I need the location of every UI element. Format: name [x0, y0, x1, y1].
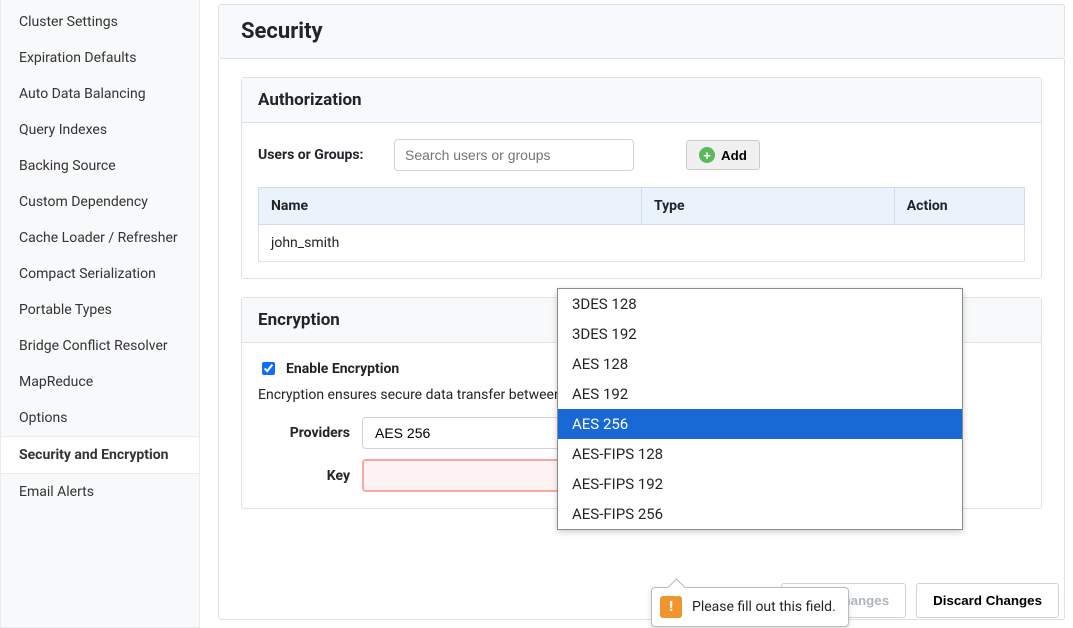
sidebar-item-security-and-encryption[interactable]: Security and Encryption: [1, 436, 199, 474]
col-type[interactable]: Type: [642, 188, 895, 225]
providers-label: Providers: [258, 425, 350, 441]
table-row: john_smith: [259, 225, 1025, 262]
sidebar-item-custom-dependency[interactable]: Custom Dependency: [1, 184, 199, 220]
provider-option[interactable]: AES-FIPS 256: [558, 499, 962, 529]
warning-icon: !: [660, 596, 682, 618]
main-area: Security Authorization Users or Groups: …: [200, 0, 1073, 628]
authorization-panel: Authorization Users or Groups: + Add: [241, 77, 1042, 279]
page-title: Security: [241, 19, 1042, 44]
providers-dropdown[interactable]: 3DES 1283DES 192AES 128AES 192AES 256AES…: [557, 288, 963, 530]
authorization-body: Users or Groups: + Add Name Type: [242, 123, 1041, 278]
users-groups-label: Users or Groups:: [258, 147, 378, 163]
sidebar-item-backing-source[interactable]: Backing Source: [1, 148, 199, 184]
sidebar-item-cache-loader-refresher[interactable]: Cache Loader / Refresher: [1, 220, 199, 256]
app-root: Cluster SettingsExpiration DefaultsAuto …: [0, 0, 1073, 628]
users-table: Name Type Action john_smith: [258, 187, 1025, 262]
sidebar-item-options[interactable]: Options: [1, 400, 199, 436]
page-header: Security: [218, 4, 1065, 59]
cell-name: john_smith: [259, 225, 642, 262]
col-action[interactable]: Action: [894, 188, 1024, 225]
provider-option[interactable]: AES 192: [558, 379, 962, 409]
provider-option[interactable]: AES 256: [558, 409, 962, 439]
validation-tooltip: ! Please fill out this field.: [651, 587, 849, 627]
add-user-button[interactable]: + Add: [686, 140, 760, 170]
cell-action: [894, 225, 1024, 262]
col-name[interactable]: Name: [259, 188, 642, 225]
enable-encryption-row[interactable]: Enable Encryption: [258, 359, 399, 378]
sidebar-item-portable-types[interactable]: Portable Types: [1, 292, 199, 328]
sidebar-item-compact-serialization[interactable]: Compact Serialization: [1, 256, 199, 292]
provider-option[interactable]: AES 128: [558, 349, 962, 379]
plus-circle-icon: +: [699, 147, 715, 163]
sidebar-item-auto-data-balancing[interactable]: Auto Data Balancing: [1, 76, 199, 112]
enable-encryption-checkbox[interactable]: [262, 362, 275, 375]
provider-option[interactable]: AES-FIPS 128: [558, 439, 962, 469]
sidebar-item-query-indexes[interactable]: Query Indexes: [1, 112, 199, 148]
key-label: Key: [258, 468, 350, 484]
tooltip-text: Please fill out this field.: [692, 599, 836, 615]
enable-encryption-label: Enable Encryption: [286, 361, 399, 377]
provider-option[interactable]: 3DES 192: [558, 319, 962, 349]
sidebar-item-mapreduce[interactable]: MapReduce: [1, 364, 199, 400]
authorization-header: Authorization: [242, 78, 1041, 123]
users-groups-row: Users or Groups: + Add: [258, 139, 1025, 171]
discard-changes-button[interactable]: Discard Changes: [916, 583, 1059, 618]
sidebar-item-bridge-conflict-resolver[interactable]: Bridge Conflict Resolver: [1, 328, 199, 364]
sidebar-item-expiration-defaults[interactable]: Expiration Defaults: [1, 40, 199, 76]
add-button-label: Add: [721, 148, 747, 163]
provider-option[interactable]: 3DES 128: [558, 289, 962, 319]
sidebar-item-email-alerts[interactable]: Email Alerts: [1, 474, 199, 510]
users-groups-search-input[interactable]: [394, 139, 634, 171]
content: Authorization Users or Groups: + Add: [218, 59, 1065, 620]
settings-sidebar: Cluster SettingsExpiration DefaultsAuto …: [0, 0, 200, 628]
sidebar-item-cluster-settings[interactable]: Cluster Settings: [1, 4, 199, 40]
provider-option[interactable]: AES-FIPS 192: [558, 469, 962, 499]
cell-type: [642, 225, 895, 262]
